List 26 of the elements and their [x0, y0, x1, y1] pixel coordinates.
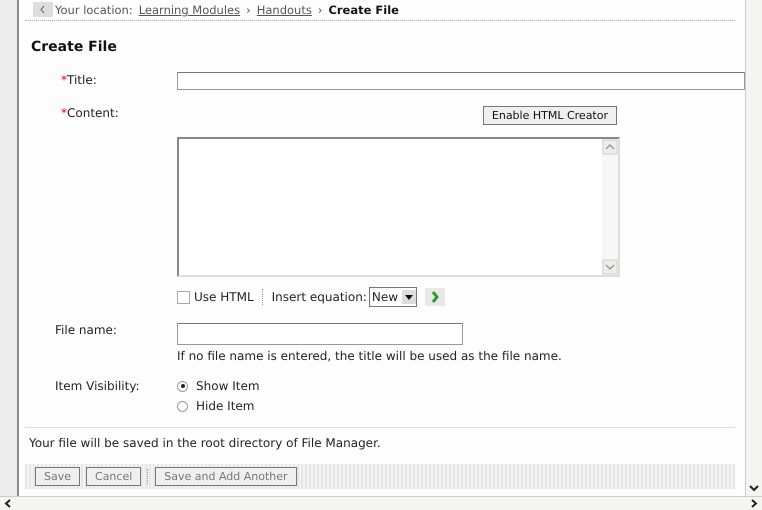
- form-button[interactable]: Cancel: [86, 467, 142, 486]
- enable-html-creator-button[interactable]: Enable HTML Creator: [482, 106, 617, 125]
- insert-equation-label: Insert equation:: [272, 290, 367, 304]
- breadcrumb-link[interactable]: Handouts: [256, 3, 312, 17]
- equation-select[interactable]: New: [368, 287, 418, 307]
- breadcrumb-current: Create File: [328, 3, 399, 17]
- form-button[interactable]: Save: [35, 467, 80, 486]
- use-html-label: Use HTML: [194, 290, 254, 304]
- title-input[interactable]: [177, 72, 745, 90]
- location-label: Your location:: [55, 3, 133, 17]
- use-html-checkbox[interactable]: [177, 290, 190, 304]
- file-name-hint: If no file name is entered, the title will be used as the file name.: [177, 349, 563, 363]
- page-heading: Create File: [31, 39, 118, 55]
- breadcrumb-link[interactable]: Learning Modules: [138, 3, 240, 17]
- visibility-radio[interactable]: [177, 380, 188, 392]
- breadcrumb-separator: ›: [246, 3, 251, 17]
- breadcrumb-separator: ›: [318, 3, 322, 17]
- file-name-input[interactable]: [177, 323, 463, 345]
- content-label: *Content:: [60, 106, 120, 120]
- title-label: *Title:: [60, 73, 98, 87]
- visibility-option-label: Hide Item: [196, 399, 254, 413]
- visibility-option-label: Show Item: [196, 379, 260, 393]
- item-visibility-label: Item Visibility:: [54, 379, 141, 393]
- file-name-label: File name:: [54, 323, 118, 337]
- form-button[interactable]: Save and Add Another: [155, 467, 297, 486]
- visibility-radio[interactable]: [177, 400, 188, 412]
